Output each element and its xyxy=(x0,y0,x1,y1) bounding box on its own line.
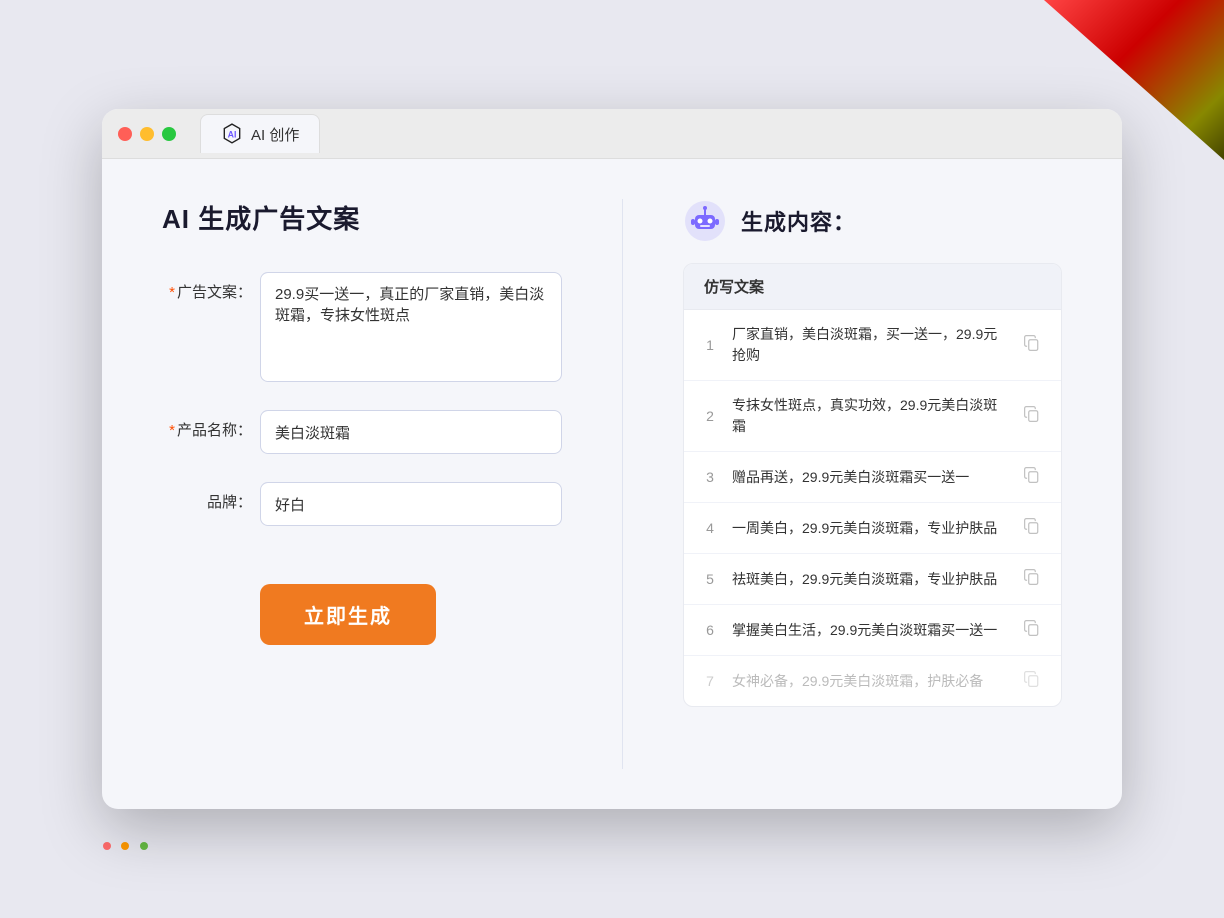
title-bar: AI AI 创作 xyxy=(102,109,1122,159)
product-name-label: *产品名称： xyxy=(162,410,252,443)
copy-icon[interactable] xyxy=(1023,619,1045,641)
ad-copy-label: *广告文案： xyxy=(162,272,252,305)
row-text: 掌握美白生活，29.9元美白淡斑霜买一送一 xyxy=(732,620,1011,641)
dot xyxy=(140,842,148,850)
dot xyxy=(103,842,111,850)
brand-label: 品牌： xyxy=(162,482,252,515)
brand-group: 品牌： xyxy=(162,482,562,526)
generate-button[interactable]: 立即生成 xyxy=(260,584,436,645)
minimize-button[interactable] xyxy=(140,127,154,141)
tab-title: AI 创作 xyxy=(251,124,299,145)
copy-icon[interactable] xyxy=(1023,405,1045,427)
row-number: 1 xyxy=(700,337,720,353)
traffic-lights xyxy=(118,127,176,141)
ai-tab[interactable]: AI AI 创作 xyxy=(200,114,320,153)
main-content: AI 生成广告文案 *广告文案： *产品名称： 品牌： 立 xyxy=(102,159,1122,809)
required-star-2: * xyxy=(169,422,175,439)
row-text: 厂家直销，美白淡斑霜，买一送一，29.9元抢购 xyxy=(732,324,1011,366)
svg-text:AI: AI xyxy=(228,129,237,139)
result-table: 仿写文案 1 厂家直销，美白淡斑霜，买一送一，29.9元抢购 2 专抹女性斑点，真实… xyxy=(683,263,1062,707)
copy-icon[interactable] xyxy=(1023,334,1045,356)
table-row: 1 厂家直销，美白淡斑霜，买一送一，29.9元抢购 xyxy=(684,310,1061,381)
table-row: 7 女神必备，29.9元美白淡斑霜，护肤必备 xyxy=(684,656,1061,706)
copy-icon[interactable] xyxy=(1023,517,1045,539)
table-row: 3 赠品再送，29.9元美白淡斑霜买一送一 xyxy=(684,452,1061,503)
maximize-button[interactable] xyxy=(162,127,176,141)
deco-dots xyxy=(100,839,151,858)
row-number: 7 xyxy=(700,673,720,689)
ad-copy-group: *广告文案： xyxy=(162,272,562,382)
left-panel: AI 生成广告文案 *广告文案： *产品名称： 品牌： 立 xyxy=(162,199,562,769)
result-title: 生成内容： xyxy=(741,205,856,237)
ad-copy-input[interactable] xyxy=(260,272,562,382)
close-button[interactable] xyxy=(118,127,132,141)
ai-tab-icon: AI xyxy=(221,123,243,145)
result-rows: 1 厂家直销，美白淡斑霜，买一送一，29.9元抢购 2 专抹女性斑点，真实功效，29… xyxy=(684,310,1061,706)
row-text: 一周美白，29.9元美白淡斑霜，专业护肤品 xyxy=(732,518,1011,539)
row-number: 2 xyxy=(700,408,720,424)
copy-icon[interactable] xyxy=(1023,670,1045,692)
table-row: 6 掌握美白生活，29.9元美白淡斑霜买一送一 xyxy=(684,605,1061,656)
table-row: 4 一周美白，29.9元美白淡斑霜，专业护肤品 xyxy=(684,503,1061,554)
result-header: 生成内容： xyxy=(683,199,1062,243)
copy-icon[interactable] xyxy=(1023,568,1045,590)
browser-window: AI AI 创作 AI 生成广告文案 *广告文案： *产品名称： xyxy=(102,109,1122,809)
required-star: * xyxy=(169,284,175,301)
row-text: 赠品再送，29.9元美白淡斑霜买一送一 xyxy=(732,467,1011,488)
row-number: 3 xyxy=(700,469,720,485)
copy-icon[interactable] xyxy=(1023,466,1045,488)
panel-divider xyxy=(622,199,623,769)
row-text: 祛斑美白，29.9元美白淡斑霜，专业护肤品 xyxy=(732,569,1011,590)
page-title: AI 生成广告文案 xyxy=(162,199,562,236)
row-text: 专抹女性斑点，真实功效，29.9元美白淡斑霜 xyxy=(732,395,1011,437)
table-row: 2 专抹女性斑点，真实功效，29.9元美白淡斑霜 xyxy=(684,381,1061,452)
product-name-input[interactable] xyxy=(260,410,562,454)
right-panel: 生成内容： 仿写文案 1 厂家直销，美白淡斑霜，买一送一，29.9元抢购 2 专抹女… xyxy=(683,199,1062,769)
dot xyxy=(121,842,129,850)
brand-input[interactable] xyxy=(260,482,562,526)
robot-icon xyxy=(683,199,727,243)
product-name-group: *产品名称： xyxy=(162,410,562,454)
row-text: 女神必备，29.9元美白淡斑霜，护肤必备 xyxy=(732,671,1011,692)
row-number: 6 xyxy=(700,622,720,638)
row-number: 4 xyxy=(700,520,720,536)
table-row: 5 祛斑美白，29.9元美白淡斑霜，专业护肤品 xyxy=(684,554,1061,605)
row-number: 5 xyxy=(700,571,720,587)
table-header: 仿写文案 xyxy=(684,264,1061,310)
